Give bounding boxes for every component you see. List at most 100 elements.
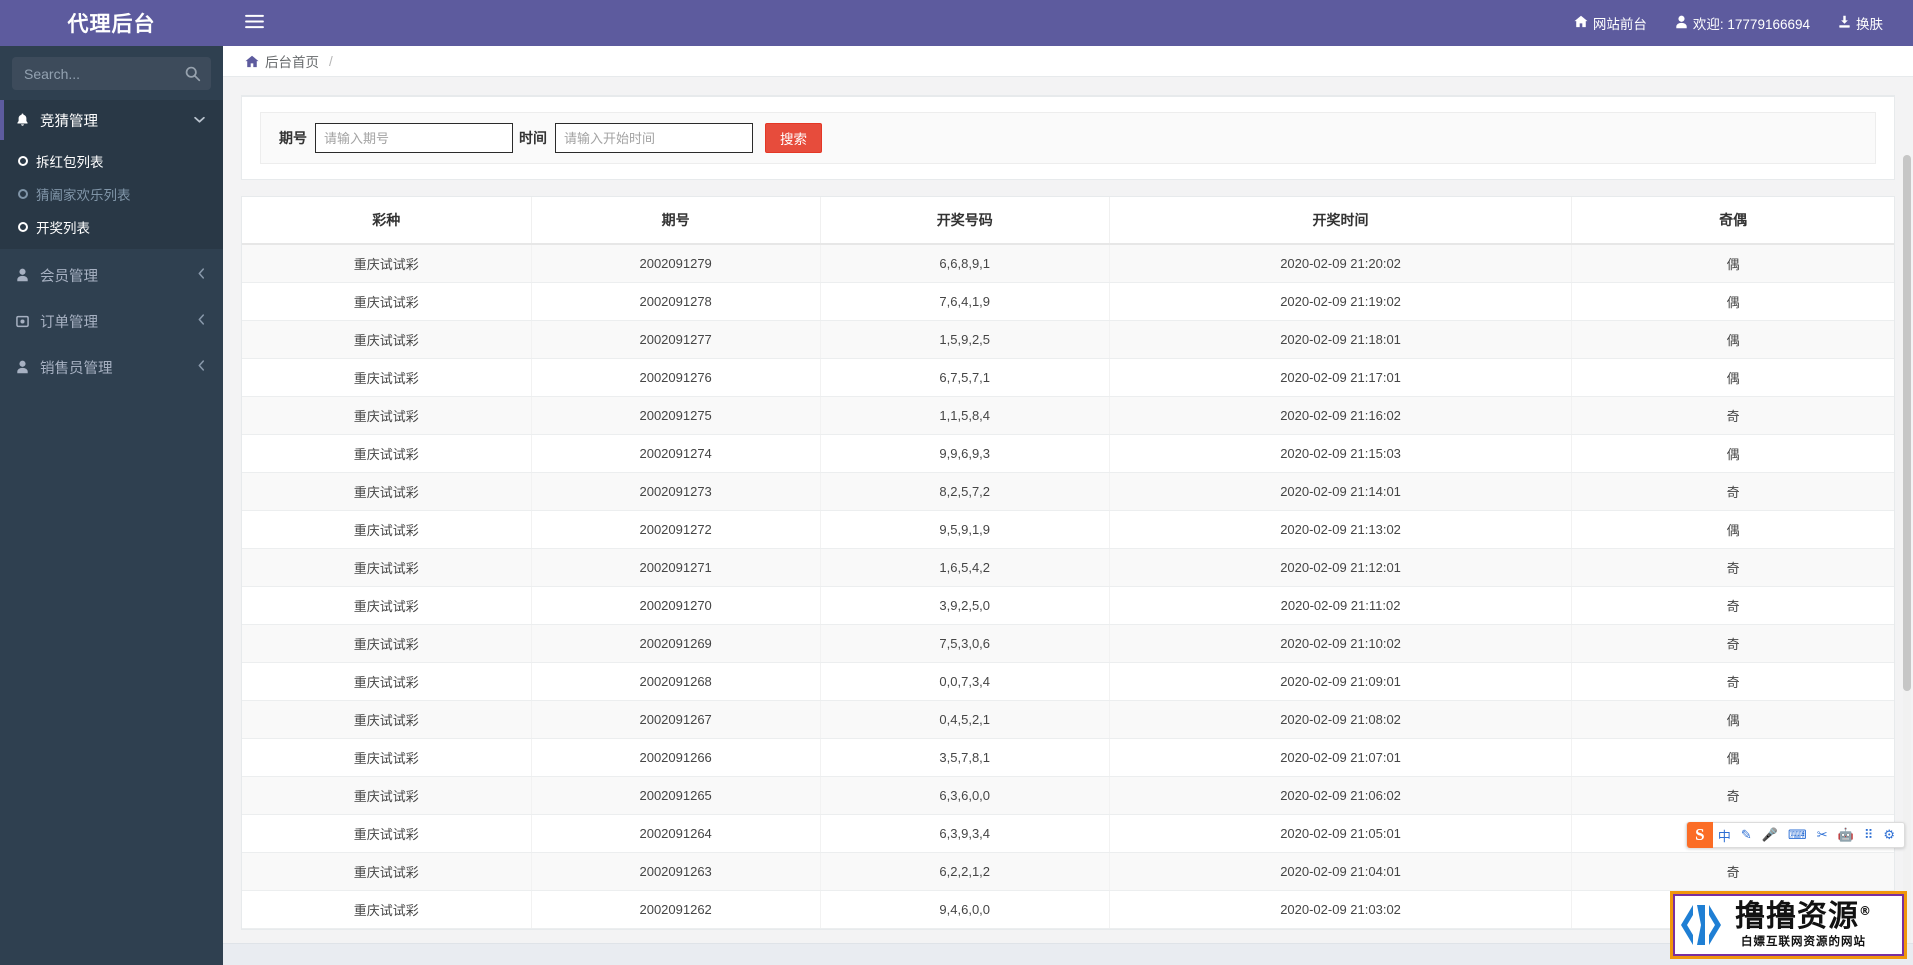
table-cell: 奇 xyxy=(1571,662,1894,701)
chevron-left-icon[interactable] xyxy=(198,314,205,328)
table-row: 重庆试试彩 2002091268 0,0,7,3,4 2020-02-09 21:09… xyxy=(242,662,1894,701)
ime-robot-icon[interactable]: 🤖 xyxy=(1833,822,1859,848)
table-cell: 2002091263 xyxy=(531,852,821,891)
search-icon[interactable] xyxy=(184,65,201,82)
table-cell: 2020-02-09 21:09:01 xyxy=(1109,662,1573,701)
ime-toolbar[interactable]: S 中 ✎ 🎤 ⌨ ✂ 🤖 ⠿ ⚙ xyxy=(1685,822,1905,848)
table-cell: 奇 xyxy=(1571,586,1894,625)
column-header-shijian: 开奖时间 xyxy=(1109,197,1573,245)
table-row: 重庆试试彩 2002091267 0,4,5,2,1 2020-02-09 21:08… xyxy=(242,700,1894,739)
table-cell: 3,5,7,8,1 xyxy=(820,738,1110,777)
table-cell: 2002091273 xyxy=(531,472,821,511)
table-cell: 2002091277 xyxy=(531,320,821,359)
watermark-logo-icon xyxy=(1681,905,1721,945)
table-cell: 2002091270 xyxy=(531,586,821,625)
table-cell: 2020-02-09 21:12:01 xyxy=(1109,548,1573,587)
table-row: 重庆试试彩 2002091269 7,5,3,0,6 2020-02-09 21:10… xyxy=(242,624,1894,663)
ime-microphone-icon[interactable]: 🎤 xyxy=(1757,822,1783,848)
sidebar: 代理后台 竞猜管理 xyxy=(0,0,223,965)
ime-clipper-icon[interactable]: ✂ xyxy=(1812,822,1833,848)
table-cell: 重庆试试彩 xyxy=(242,320,532,359)
table-cell: 3,9,2,5,0 xyxy=(820,586,1110,625)
table-body: 重庆试试彩 2002091279 6,6,8,9,1 2020-02-09 21:20… xyxy=(242,244,1894,929)
circle-icon xyxy=(18,221,28,232)
table-cell: 2002091269 xyxy=(531,624,821,663)
sidebar-item-label: 订单管理 xyxy=(40,314,98,331)
table-cell: 2020-02-09 21:06:02 xyxy=(1109,776,1573,815)
table-cell: 偶 xyxy=(1571,510,1894,549)
table-row: 重庆试试彩 2002091263 6,2,2,1,2 2020-02-09 21:04… xyxy=(242,852,1894,891)
topbar-link-skin[interactable]: 换肤 xyxy=(1824,13,1897,33)
table-cell: 2020-02-09 21:11:02 xyxy=(1109,586,1573,625)
table-row: 重庆试试彩 2002091278 7,6,4,1,9 2020-02-09 21:19… xyxy=(242,282,1894,321)
breadcrumb-item-home[interactable]: 后台首页 xyxy=(265,51,319,71)
lottery-results-table: 彩种 期号 开奖号码 开奖时间 奇偶 重庆试试彩 2002091279 6,6,8,… xyxy=(242,197,1894,929)
table-cell: 2020-02-09 21:13:02 xyxy=(1109,510,1573,549)
table-row: 重庆试试彩 2002091275 1,1,5,8,4 2020-02-09 21:16… xyxy=(242,396,1894,435)
table-cell: 重庆试试彩 xyxy=(242,548,532,587)
topbar-right: 网站前台 欢迎: 17779166694 换肤 xyxy=(1560,13,1897,33)
ime-pen-icon[interactable]: ✎ xyxy=(1736,822,1757,848)
circle-icon xyxy=(18,155,28,166)
bell-icon xyxy=(16,113,34,127)
topbar-link-welcome[interactable]: 欢迎: 17779166694 xyxy=(1661,13,1824,33)
watermark-title: 撸撸资源® xyxy=(1735,901,1872,933)
chevron-left-icon[interactable] xyxy=(198,268,205,282)
table-cell: 偶 xyxy=(1571,244,1894,283)
sidebar-item-xiaoshouyuanguanli[interactable]: 销售员管理 xyxy=(0,347,223,387)
sidebar-item-dingdanguanli[interactable]: 订单管理 xyxy=(0,301,223,341)
ime-settings-icon[interactable]: ⚙ xyxy=(1878,822,1900,848)
submenu-pad-top xyxy=(0,140,223,148)
content-area: 期号 时间 搜索 彩种 期号 开奖 xyxy=(223,77,1913,965)
sidebar-group-jingcai[interactable]: 竞猜管理 xyxy=(0,100,223,140)
watermark-subtitle: 白嫖互联网资源的网站 xyxy=(1741,936,1866,949)
table-cell: 奇 xyxy=(1571,472,1894,511)
topbar-link-label: 网站前台 xyxy=(1592,17,1647,32)
table-cell: 6,2,2,1,2 xyxy=(820,852,1110,891)
table-cell: 2002091264 xyxy=(531,814,821,853)
sidebar-item-huiyuanguanli[interactable]: 会员管理 xyxy=(0,255,223,295)
table-cell: 2020-02-09 21:15:03 xyxy=(1109,434,1573,473)
sidebar-item-caihejiahuanle[interactable]: 猜阖家欢乐列表 xyxy=(0,181,223,206)
search-button[interactable]: 搜索 xyxy=(765,123,822,153)
period-label: 期号 xyxy=(279,130,307,146)
ime-apps-icon[interactable]: ⠿ xyxy=(1859,822,1879,848)
table-cell: 重庆试试彩 xyxy=(242,434,532,473)
sidebar-group-label: 竞猜管理 xyxy=(40,113,98,130)
table-cell: 重庆试试彩 xyxy=(242,776,532,815)
chevron-down-icon[interactable] xyxy=(194,114,205,126)
table-cell: 偶 xyxy=(1571,282,1894,321)
topbar-link-label: 换肤 xyxy=(1856,17,1883,32)
home-icon xyxy=(245,55,259,68)
table-row: 重庆试试彩 2002091272 9,5,9,1,9 2020-02-09 21:13… xyxy=(242,510,1894,549)
time-input[interactable] xyxy=(555,123,753,153)
table-cell: 2002091275 xyxy=(531,396,821,435)
ime-mode-icon[interactable]: 中 xyxy=(1713,822,1736,848)
table-header-row: 彩种 期号 开奖号码 开奖时间 奇偶 xyxy=(242,197,1894,245)
sogou-logo-icon[interactable]: S xyxy=(1686,822,1713,848)
chevron-left-icon[interactable] xyxy=(198,360,205,374)
ime-keyboard-icon[interactable]: ⌨ xyxy=(1783,822,1812,848)
table-row: 重庆试试彩 2002091264 6,3,9,3,4 2020-02-09 21:05… xyxy=(242,814,1894,853)
sidebar-item-kaijiangliebiao[interactable]: 开奖列表 xyxy=(0,214,223,239)
column-header-jiou: 奇偶 xyxy=(1571,197,1894,245)
sidebar-item-chaihongbao[interactable]: 拆红包列表 xyxy=(0,148,223,173)
bottom-strip xyxy=(223,943,1913,965)
user-icon xyxy=(16,268,34,282)
column-header-haoma: 开奖号码 xyxy=(820,197,1110,245)
period-input[interactable] xyxy=(315,123,513,153)
table-cell: 6,3,9,3,4 xyxy=(820,814,1110,853)
scrollbar-thumb[interactable] xyxy=(1903,155,1911,691)
search-input[interactable] xyxy=(12,57,211,90)
hamburger-icon[interactable] xyxy=(239,12,270,35)
sidebar-search-box[interactable] xyxy=(12,57,211,90)
table-cell: 奇 xyxy=(1571,548,1894,587)
table-cell: 偶 xyxy=(1571,434,1894,473)
table-row: 重庆试试彩 2002091266 3,5,7,8,1 2020-02-09 21:07… xyxy=(242,738,1894,777)
table-cell: 2020-02-09 21:04:01 xyxy=(1109,852,1573,891)
table-cell: 2020-02-09 21:14:01 xyxy=(1109,472,1573,511)
table-cell: 重庆试试彩 xyxy=(242,624,532,663)
topbar-link-frontend[interactable]: 网站前台 xyxy=(1560,13,1661,33)
table-cell: 2020-02-09 21:20:02 xyxy=(1109,244,1573,283)
table-cell: 2020-02-09 21:07:01 xyxy=(1109,738,1573,777)
